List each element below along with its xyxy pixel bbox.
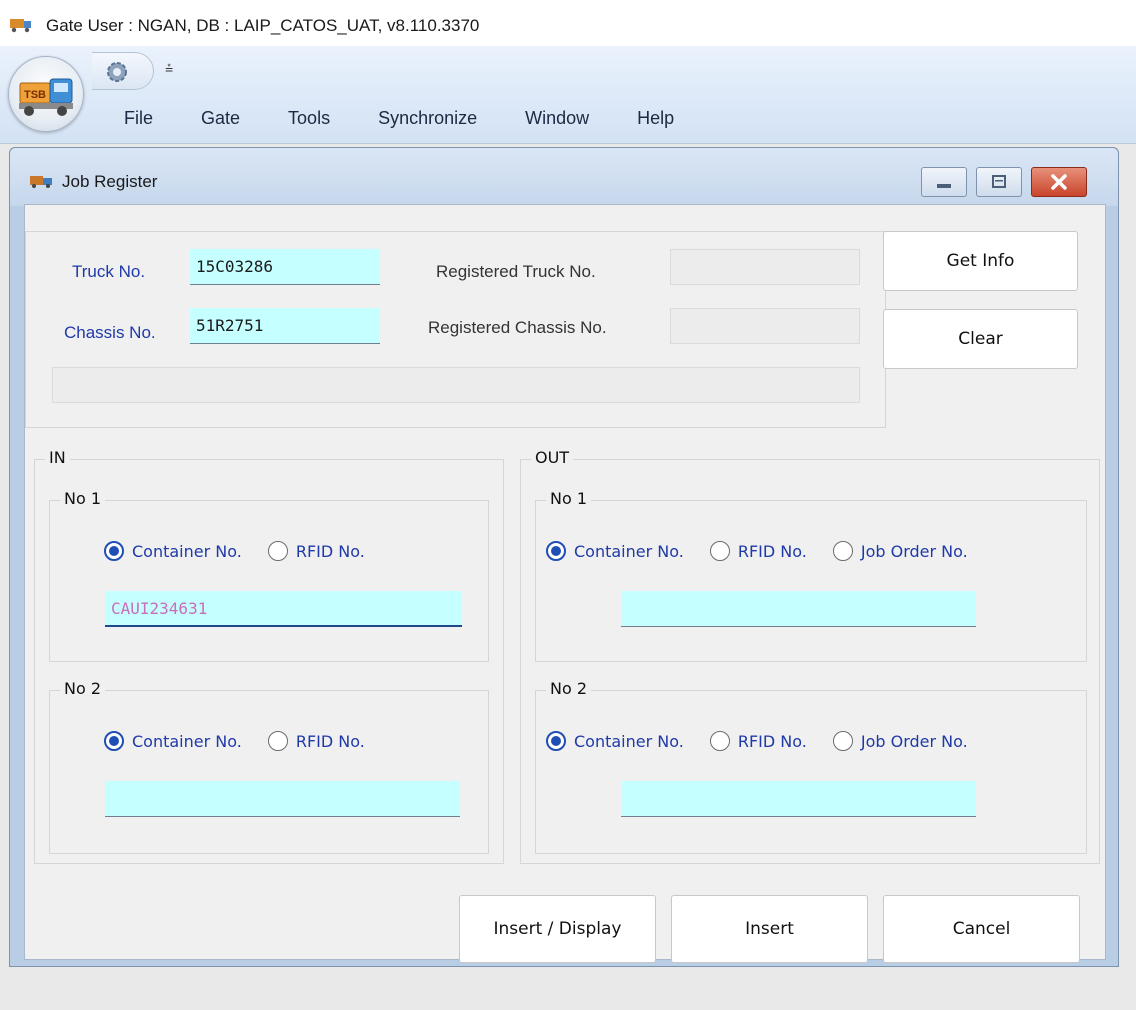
- radio-unselected-icon: [709, 731, 730, 751]
- in-no2-rfid-radio[interactable]: RFID No.: [267, 731, 365, 751]
- truck-no-input[interactable]: [190, 249, 380, 285]
- window-titlebar[interactable]: Job Register: [10, 148, 1118, 206]
- out-no2-job-order-radio[interactable]: Job Order No.: [832, 731, 968, 751]
- out-no2-input[interactable]: [621, 781, 976, 817]
- radio-label: RFID No.: [295, 541, 365, 561]
- insert-display-button[interactable]: Insert / Display: [459, 895, 656, 963]
- qat-dropdown-icon[interactable]: ⩮: [165, 60, 173, 77]
- registered-chassis-label: Registered Chassis No.: [428, 318, 607, 337]
- out-no2-container-radio[interactable]: Container No.: [546, 731, 684, 751]
- orb-text: TSB: [24, 89, 46, 101]
- radio-unselected-icon: [267, 731, 288, 751]
- radio-label: Job Order No.: [860, 541, 968, 561]
- menu-window[interactable]: Window: [501, 108, 613, 129]
- chassis-no-input[interactable]: [190, 308, 380, 344]
- out-no1-input[interactable]: [621, 591, 976, 627]
- in-no2-group: No 2 Container No. RFID No.: [49, 679, 489, 854]
- radio-label: Container No.: [132, 541, 242, 561]
- out-no1-radio-row: Container No. RFID No. Job Order No.: [546, 541, 968, 561]
- get-info-button[interactable]: Get Info: [883, 231, 1078, 291]
- cancel-button[interactable]: Cancel: [883, 895, 1080, 963]
- out-no1-container-radio[interactable]: Container No.: [546, 541, 684, 561]
- clear-button[interactable]: Clear: [883, 309, 1078, 369]
- menu-file[interactable]: File: [100, 108, 177, 129]
- message-field: [52, 367, 860, 403]
- menu-synchronize[interactable]: Synchronize: [354, 108, 501, 129]
- out-no1-group: No 1 Container No. RFID No. Job Order No…: [535, 489, 1087, 662]
- in-no1-group: No 1 Container No. RFID No.: [49, 489, 489, 662]
- out-section-title: OUT: [531, 448, 574, 467]
- registered-truck-field: [670, 249, 860, 285]
- restore-icon: [992, 175, 1006, 188]
- out-no1-rfid-radio[interactable]: RFID No.: [709, 541, 807, 561]
- chassis-no-label: Chassis No.: [64, 323, 156, 342]
- menu-tools[interactable]: Tools: [264, 108, 354, 129]
- gear-icon[interactable]: [104, 59, 130, 85]
- menubar: File Gate Tools Synchronize Window Help: [100, 108, 698, 129]
- in-no1-radio-row: Container No. RFID No.: [104, 541, 391, 561]
- in-no1-title: No 1: [60, 489, 106, 508]
- radio-label: Job Order No.: [860, 731, 968, 751]
- job-register-window: Job Register Truck No. Registered Truck …: [9, 147, 1119, 967]
- app-icon: [10, 19, 31, 33]
- out-no2-group: No 2 Container No. RFID No. Job Order No…: [535, 679, 1087, 854]
- radio-label: Container No.: [132, 731, 242, 751]
- in-no1-container-input[interactable]: [105, 591, 462, 627]
- registered-truck-label: Registered Truck No.: [436, 262, 596, 281]
- out-no1-title: No 1: [546, 489, 592, 508]
- radio-selected-icon: [104, 541, 124, 561]
- radio-selected-icon: [104, 731, 124, 751]
- app-titlebar: Gate User : NGAN, DB : LAIP_CATOS_UAT, v…: [0, 0, 1136, 46]
- in-no2-title: No 2: [60, 679, 106, 698]
- window-icon: [30, 176, 52, 188]
- restore-button[interactable]: [976, 167, 1022, 197]
- window-title: Job Register: [62, 172, 158, 191]
- in-no1-rfid-radio[interactable]: RFID No.: [267, 541, 365, 561]
- in-no2-container-input[interactable]: [105, 781, 460, 817]
- radio-unselected-icon: [267, 541, 288, 561]
- close-icon: [1051, 174, 1067, 190]
- in-section-title: IN: [45, 448, 70, 467]
- registered-chassis-field: [670, 308, 860, 344]
- radio-unselected-icon: [832, 731, 853, 751]
- radio-label: RFID No.: [737, 541, 807, 561]
- app-title: Gate User : NGAN, DB : LAIP_CATOS_UAT, v…: [46, 16, 480, 35]
- menu-gate[interactable]: Gate: [177, 108, 264, 129]
- radio-label: RFID No.: [295, 731, 365, 751]
- radio-selected-icon: [546, 541, 566, 561]
- out-no2-title: No 2: [546, 679, 592, 698]
- radio-label: RFID No.: [737, 731, 807, 751]
- in-no2-container-radio[interactable]: Container No.: [104, 731, 242, 751]
- radio-selected-icon: [546, 731, 566, 751]
- menu-help[interactable]: Help: [613, 108, 698, 129]
- radio-unselected-icon: [709, 541, 730, 561]
- out-section: OUT No 1 Container No. RFID No. Job Orde…: [520, 448, 1100, 864]
- in-section: IN No 1 Container No. RFID No. No 2 Cont…: [34, 448, 504, 864]
- app-menu-button[interactable]: TSB: [8, 56, 84, 132]
- insert-button[interactable]: Insert: [671, 895, 868, 963]
- in-no1-container-radio[interactable]: Container No.: [104, 541, 242, 561]
- window-body: Truck No. Registered Truck No. Chassis N…: [24, 204, 1106, 963]
- minimize-button[interactable]: [921, 167, 967, 197]
- ribbon: TSB ⩮ File Gate Tools Synchronize Window…: [0, 46, 1136, 144]
- truck-info-group: Truck No. Registered Truck No. Chassis N…: [25, 231, 886, 428]
- close-button[interactable]: [1031, 167, 1087, 197]
- out-no1-job-order-radio[interactable]: Job Order No.: [832, 541, 968, 561]
- out-no2-radio-row: Container No. RFID No. Job Order No.: [546, 731, 968, 751]
- in-no2-radio-row: Container No. RFID No.: [104, 731, 391, 751]
- truck-no-label: Truck No.: [72, 262, 146, 281]
- radio-label: Container No.: [574, 541, 684, 561]
- quick-access-toolbar: [92, 52, 154, 90]
- radio-unselected-icon: [832, 541, 853, 561]
- out-no2-rfid-radio[interactable]: RFID No.: [709, 731, 807, 751]
- radio-label: Container No.: [574, 731, 684, 751]
- truck-logo-icon: TSB: [19, 78, 73, 116]
- minimize-icon: [937, 184, 951, 188]
